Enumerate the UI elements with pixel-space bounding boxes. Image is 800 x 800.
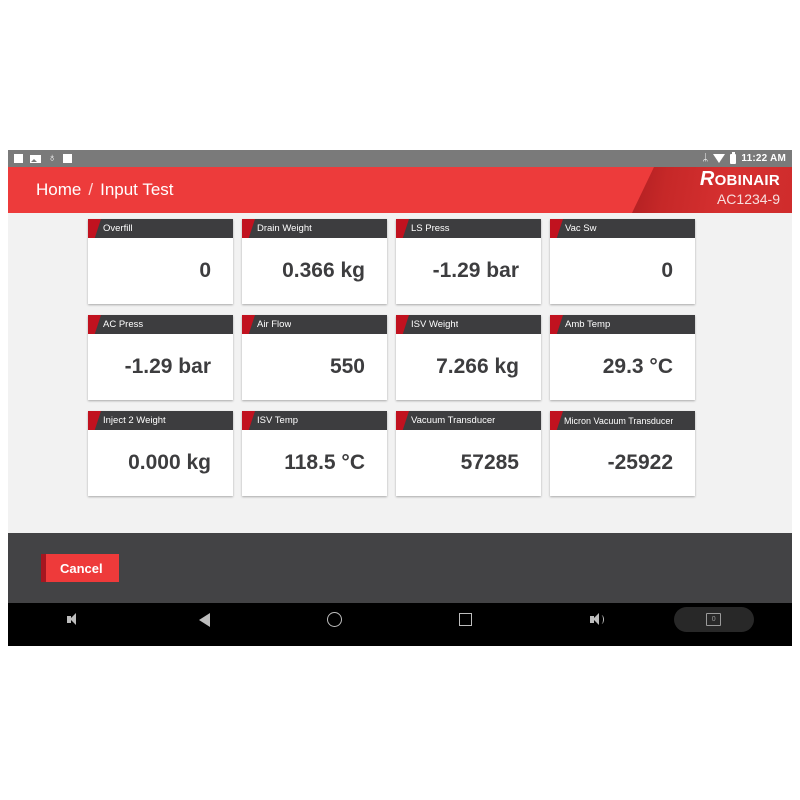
reading-card-header: ISV Weight [396, 315, 541, 334]
reading-card-title: Micron Vacuum Transducer [564, 415, 674, 426]
reading-card-title: Overfill [103, 223, 133, 234]
reading-card-title: AC Press [103, 319, 144, 330]
back-button[interactable] [139, 603, 270, 636]
back-icon [198, 612, 210, 627]
wifi-icon [713, 154, 726, 163]
screenshot-icon [30, 154, 41, 163]
reading-card-header: Micron Vacuum Transducer [550, 411, 695, 430]
reading-card-header: AC Press [88, 315, 233, 334]
reading-card-title: Vacuum Transducer [411, 415, 496, 426]
reading-card-title: Drain Weight [257, 223, 312, 234]
reading-card-header: Amb Temp [550, 315, 695, 334]
reading-card-header: Vacuum Transducer [396, 411, 541, 430]
breadcrumb-item-home[interactable]: Home [36, 180, 81, 200]
breadcrumb: Home / Input Test [36, 167, 174, 213]
bluetooth-icon: ᛦ [702, 152, 709, 164]
status-bar-right-icons: ᛦ 11:22 AM [702, 151, 786, 164]
reading-card: Overfill 0 [88, 219, 233, 304]
reading-card-header: LS Press [396, 219, 541, 238]
status-bar-clock: 11:22 AM [741, 153, 786, 164]
reading-card-value: 7.266 kg [436, 355, 519, 378]
reading-card: Amb Temp 29.3 °C [550, 315, 695, 400]
reading-card-grid: Overfill 0 Drain Weight 0.366 kg LS Press -1.… [88, 219, 720, 507]
recents-icon [458, 613, 472, 626]
app-header: Home / Input Test ROBINAIR AC1234-9 [8, 167, 792, 213]
reading-card-value: -1.29 bar [124, 355, 211, 378]
breadcrumb-separator: / [88, 180, 94, 199]
reading-card-header: Overfill [88, 219, 233, 238]
screenshot-capture-icon: 0 [706, 613, 722, 626]
screenshot-capture-button[interactable]: 0 [661, 603, 792, 636]
recents-button[interactable] [400, 603, 531, 636]
battery-icon [730, 151, 737, 164]
status-bar-left-icons: ♁ [14, 152, 73, 164]
reading-card-header: Inject 2 Weight [88, 411, 233, 430]
cancel-button[interactable]: Cancel [41, 554, 119, 582]
reading-card: Inject 2 Weight 0.000 kg [88, 411, 233, 496]
logo-initial: R [699, 168, 715, 190]
model-number: AC1234-9 [716, 191, 780, 207]
square-icon [63, 154, 73, 163]
reading-card-header: Drain Weight [242, 219, 387, 238]
action-footer: Cancel [8, 533, 792, 603]
android-nav-bar: 0 [8, 603, 792, 636]
reading-card: Micron Vacuum Transducer -25922 [550, 411, 695, 496]
home-button[interactable] [269, 603, 400, 636]
volume-up-button[interactable] [531, 603, 662, 636]
android-status-bar: ♁ ᛦ 11:22 AM [8, 150, 792, 167]
reading-card: Vacuum Transducer 57285 [396, 411, 541, 496]
reading-card-title: LS Press [411, 223, 450, 234]
reading-card: ISV Weight 7.266 kg [396, 315, 541, 400]
reading-card-value: 0 [199, 259, 211, 282]
tablet-device-frame: ♁ ᛦ 11:22 AM Home / Input Test ROBINAIR … [8, 150, 792, 646]
reading-card-title: ISV Temp [257, 415, 299, 426]
reading-card: Drain Weight 0.366 kg [242, 219, 387, 304]
home-icon [327, 612, 343, 627]
usb-icon: ♁ [48, 152, 57, 164]
reading-card-value: 29.3 °C [602, 355, 673, 378]
reading-card-header: Vac Sw [550, 219, 695, 238]
capture-pill[interactable]: 0 [673, 607, 754, 632]
reading-card: Air Flow 550 [242, 315, 387, 400]
reading-card-title: Vac Sw [565, 223, 597, 234]
square-icon [14, 154, 23, 163]
reading-card-value: 118.5 °C [284, 451, 365, 474]
reading-card: LS Press -1.29 bar [396, 219, 541, 304]
reading-card-value: 0 [661, 259, 673, 282]
logo-wordmark: OBINAIR [714, 172, 780, 189]
reading-card-title: Inject 2 Weight [103, 415, 166, 426]
reading-card-header: Air Flow [242, 315, 387, 334]
reading-card: Vac Sw 0 [550, 219, 695, 304]
reading-card-value: -1.29 bar [432, 259, 519, 282]
reading-card-value: -25922 [607, 451, 673, 474]
reading-card-title: Amb Temp [565, 319, 611, 330]
reading-card: AC Press -1.29 bar [88, 315, 233, 400]
reading-card-title: Air Flow [257, 319, 292, 330]
reading-card: ISV Temp 118.5 °C [242, 411, 387, 496]
reading-card-title: ISV Weight [411, 319, 459, 330]
reading-card-value: 0.366 kg [282, 259, 365, 282]
reading-card-header: ISV Temp [242, 411, 387, 430]
volume-down-icon [66, 612, 81, 627]
reading-card-value: 0.000 kg [128, 451, 211, 474]
input-test-content: Overfill 0 Drain Weight 0.366 kg LS Press -1.… [8, 213, 792, 533]
volume-up-icon [589, 612, 604, 627]
breadcrumb-item-current: Input Test [100, 180, 174, 199]
volume-down-button[interactable] [8, 603, 139, 636]
robinair-logo: ROBINAIR [699, 168, 780, 190]
brand-block: ROBINAIR AC1234-9 [699, 168, 780, 208]
reading-card-value: 550 [329, 355, 365, 378]
reading-card-value: 57285 [460, 451, 519, 474]
